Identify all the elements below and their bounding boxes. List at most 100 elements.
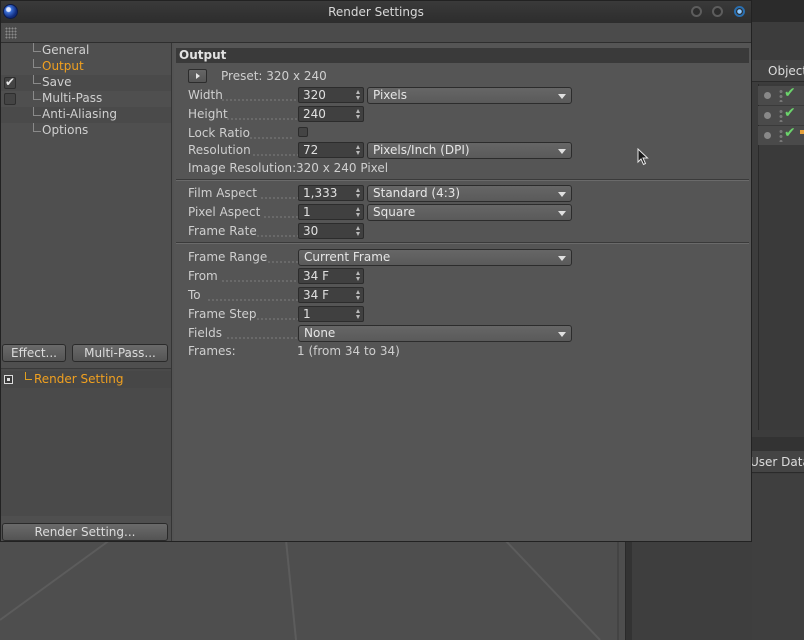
sidebar-item-save[interactable]: Save [1,75,171,91]
save-enabled-checkbox[interactable] [4,75,16,89]
image-resolution-row: Image Resolution: 320 x 240 Pixel [188,159,748,177]
stepper-arrows-icon[interactable] [356,90,361,100]
fields-row: Fields None [188,324,748,342]
frame-rate-input[interactable]: 30 [298,223,364,239]
film-aspect-select[interactable]: Standard (4:3) [367,185,572,202]
preset-label: Preset: 320 x 240 [221,69,327,83]
render-setting-list: Render Setting [1,368,171,516]
attributes-divider [752,437,804,451]
frame-rate-value: 30 [303,224,319,238]
stepper-arrows-icon[interactable] [356,226,361,236]
frame-range-select[interactable]: Current Frame [298,249,572,266]
render-setting-button[interactable]: Render Setting... [2,523,168,541]
height-label: Height [188,107,228,121]
stepper-arrows-icon[interactable] [356,271,361,281]
from-input[interactable]: 34 F [298,268,364,284]
tag-icon[interactable] [800,130,804,134]
label-leader [263,216,298,218]
to-value: 34 F [303,288,329,302]
label-leader [249,137,293,139]
sidebar-item-multi-pass[interactable]: Multi-Pass [1,91,171,107]
pixel-aspect-option: Square [373,205,416,219]
attributes-panel [752,474,804,640]
output-settings-panel: Output Preset: 320 x 240 Width 320 Pixel… [174,43,751,541]
height-input[interactable]: 240 [298,106,364,122]
label-leader [256,318,298,320]
enabled-check-icon[interactable]: ✔ [784,125,796,141]
film-aspect-label: Film Aspect [188,186,257,200]
maximize-icon[interactable] [712,6,723,17]
stepper-arrows-icon[interactable] [356,290,361,300]
mouse-pointer-icon [637,148,649,166]
active-setting-icon[interactable] [4,375,13,384]
chevron-down-icon [558,211,566,216]
grip-icon[interactable] [5,27,17,39]
close-icon[interactable] [734,6,745,17]
pixel-aspect-input[interactable]: 1 [298,204,364,220]
label-leader [226,118,298,120]
lower-panel [632,540,752,640]
stepper-arrows-icon[interactable] [356,207,361,217]
title-bar[interactable]: Render Settings [1,1,751,23]
sidebar-item-options[interactable]: Options [1,123,171,139]
sidebar-item-output[interactable]: Output [1,59,171,75]
object-row[interactable]: ✔ [758,105,804,125]
viewport-grid [0,540,619,640]
visibility-dot-icon[interactable] [764,132,771,139]
enabled-check-icon[interactable]: ✔ [784,85,796,101]
width-input[interactable]: 320 [298,87,364,103]
frame-step-row: Frame Step 1 [188,305,748,323]
frame-range-option: Current Frame [304,250,391,264]
divider [176,179,749,181]
to-input[interactable]: 34 F [298,287,364,303]
label-leader [221,99,307,101]
visibility-dot-icon[interactable] [764,112,771,119]
frame-step-input[interactable]: 1 [298,306,364,322]
render-setting-item[interactable]: Render Setting [1,371,171,388]
chevron-down-icon [558,256,566,261]
stepper-arrows-icon[interactable] [356,188,361,198]
multi-pass-enabled-checkbox[interactable] [4,93,16,105]
width-unit-select[interactable]: Pixels [367,87,572,104]
resolution-unit-value: Pixels/Inch (DPI) [373,143,470,157]
label-leader [221,280,298,282]
enabled-check-icon[interactable]: ✔ [784,105,796,121]
resolution-unit-select[interactable]: Pixels/Inch (DPI) [367,142,572,159]
sidebar-item-label: Save [42,75,72,89]
render-settings-dialog: Render Settings General Output Save Mult… [0,0,752,542]
object-row[interactable]: ✔ [758,85,804,105]
fields-label: Fields [188,326,222,340]
3d-viewport[interactable] [0,540,626,640]
visibility-dot-icon[interactable] [764,92,771,99]
resolution-input[interactable]: 72 [298,142,364,158]
lock-ratio-checkbox[interactable] [298,127,308,137]
pixel-aspect-select[interactable]: Square [367,204,572,221]
preset-menu-button[interactable] [188,69,207,83]
frames-row: Frames: 1 (from 34 to 34) [188,342,748,360]
label-leader [256,235,298,237]
frame-rate-label: Frame Rate [188,224,257,238]
sidebar-item-label: Multi-Pass [42,91,103,105]
stepper-arrows-icon[interactable] [356,109,361,119]
multi-pass-button[interactable]: Multi-Pass... [72,344,168,362]
effect-button[interactable]: Effect... [2,344,66,362]
width-row: Width 320 Pixels [188,86,748,104]
fields-select[interactable]: None [298,325,572,342]
stepper-arrows-icon[interactable] [356,309,361,319]
minimize-icon[interactable] [691,6,702,17]
width-label: Width [188,88,223,102]
sidebar-item-anti-aliasing[interactable]: Anti-Aliasing [1,107,171,123]
settings-sidebar: General Output Save Multi-Pass Anti-Alia… [1,43,172,541]
object-row[interactable]: ✔ [758,125,804,145]
tree-branch-icon [33,91,41,100]
preset-row: Preset: 320 x 240 [221,67,781,85]
sidebar-item-general[interactable]: General [1,43,171,59]
film-aspect-input[interactable]: 1,333 [298,185,364,201]
section-header: Output [176,48,749,63]
stepper-arrows-icon[interactable] [356,145,361,155]
width-value: 320 [303,88,326,102]
pixel-aspect-row: Pixel Aspect 1 Square [188,203,748,221]
user-data-tab[interactable]: User Data [750,451,804,473]
image-resolution-value: 320 x 240 Pixel [296,161,389,175]
tree-branch-icon [33,123,41,132]
